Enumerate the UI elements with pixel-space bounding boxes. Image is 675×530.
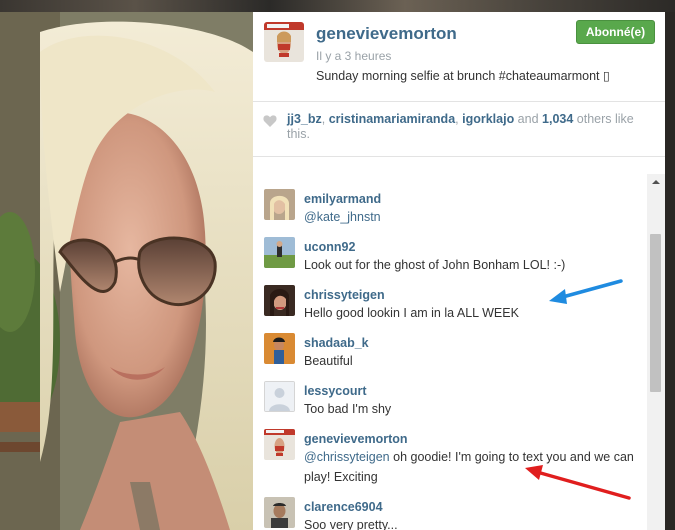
comment-mention[interactable]: @kate_jhnstn: [304, 210, 381, 224]
comment-text: @kate_jhnstn: [304, 207, 644, 227]
comment-avatar-default[interactable]: [264, 381, 295, 412]
likes-section: jj3_bz, cristinamariamiranda, igorklajo …: [253, 102, 665, 157]
comment-username[interactable]: shadaab_k: [304, 336, 369, 350]
scroll-thumb[interactable]: [650, 234, 661, 392]
top-photo-strip: [0, 0, 675, 12]
comment-item: lessycourt Too bad I'm shy: [253, 371, 647, 417]
post-header: genevievemorton Il y a 3 heures Sunday m…: [253, 12, 665, 102]
likes-text: jj3_bz, cristinamariamiranda, igorklajo …: [287, 112, 649, 142]
owner-avatar[interactable]: [264, 22, 304, 62]
comment-avatar[interactable]: [264, 285, 295, 316]
likes-separator: ,: [321, 112, 329, 126]
follow-button[interactable]: Abonné(e): [576, 20, 655, 44]
comment-username[interactable]: lessycourt: [304, 384, 367, 398]
comment-text: Soo very pretty...: [304, 518, 398, 530]
comment-mention[interactable]: @chrissyteigen: [304, 450, 390, 464]
comment-text: Beautiful: [304, 354, 353, 368]
comment-item: emilyarmand @kate_jhnstn: [253, 179, 647, 225]
comment-item: uconn92 Look out for the ghost of John B…: [253, 227, 647, 273]
comment-avatar[interactable]: [264, 333, 295, 364]
post-detail-panel: genevievemorton Il y a 3 heures Sunday m…: [253, 12, 665, 530]
comment-username[interactable]: emilyarmand: [304, 192, 381, 206]
owner-username[interactable]: genevievemorton: [316, 24, 457, 44]
post-caption: Sunday morning selfie at brunch #chateau…: [316, 69, 610, 83]
post-timestamp: Il y a 3 heures: [316, 49, 392, 63]
comment-username[interactable]: clarence6904: [304, 500, 383, 514]
blue-arrow-annotation: [549, 279, 623, 304]
right-edge-background: [665, 12, 675, 530]
comment-avatar[interactable]: [264, 189, 295, 220]
comment-avatar[interactable]: [264, 497, 295, 528]
comment-text: Too bad I'm shy: [304, 402, 392, 416]
comments-scrollbar[interactable]: [647, 174, 665, 530]
comment-username[interactable]: genevievemorton: [304, 432, 408, 446]
comment-avatar[interactable]: [264, 237, 295, 268]
scroll-up-icon[interactable]: [647, 174, 665, 190]
comment-item: shadaab_k Beautiful: [253, 323, 647, 369]
liker-link[interactable]: igorklajo: [462, 112, 514, 126]
selfie-image: [0, 12, 253, 530]
heart-icon[interactable]: [263, 114, 277, 128]
liker-link[interactable]: cristinamariamiranda: [329, 112, 455, 126]
comment-avatar[interactable]: [264, 429, 295, 460]
comment-username[interactable]: chrissyteigen: [304, 288, 385, 302]
comment-username[interactable]: uconn92: [304, 240, 355, 254]
likes-and: and: [514, 112, 543, 126]
liker-link[interactable]: jj3_bz: [287, 112, 322, 126]
red-arrow-annotation: [525, 465, 631, 500]
comment-text: Look out for the ghost of John Bonham LO…: [304, 258, 566, 272]
likes-count[interactable]: 1,034: [542, 112, 573, 126]
post-photo[interactable]: [0, 12, 253, 530]
